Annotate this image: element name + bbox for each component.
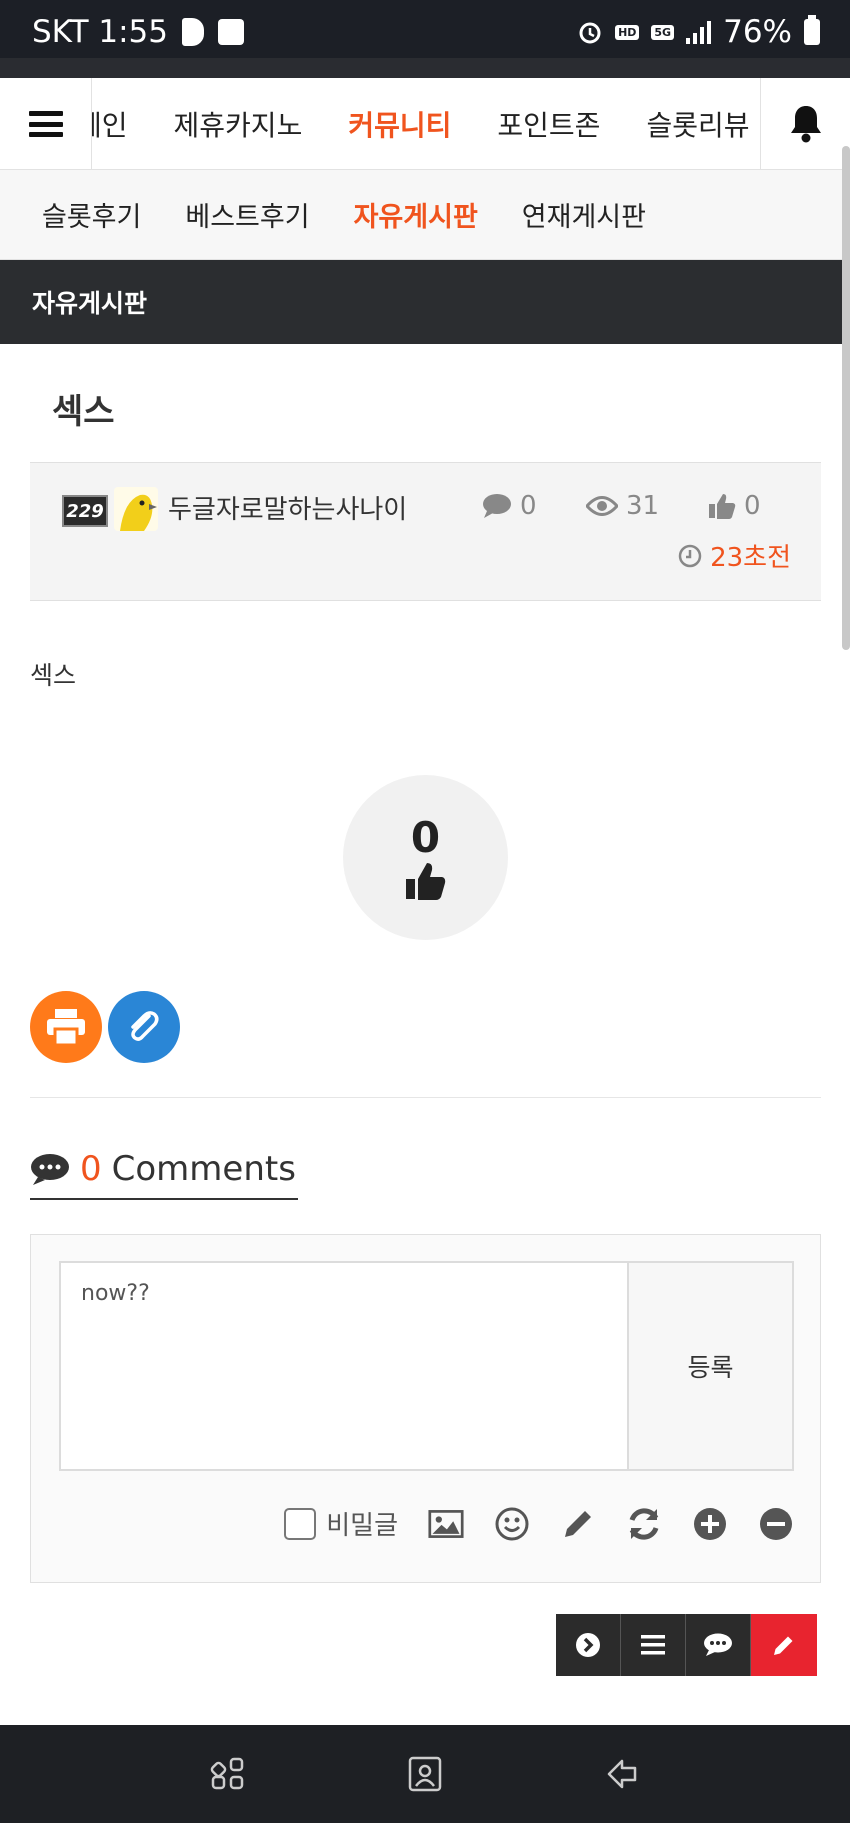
view-stat: 31	[586, 491, 659, 521]
home-icon	[408, 1756, 442, 1792]
comments-heading: 0 Comments	[30, 1140, 298, 1200]
sub-item-serial-board[interactable]: 연재게시판	[522, 195, 646, 234]
sub-nav: 슬롯후기 베스트후기 자유게시판 연재게시판	[0, 170, 850, 260]
write-icon	[774, 1636, 793, 1655]
nav-item-community[interactable]: 커뮤니티	[348, 104, 451, 144]
app-b-icon	[182, 18, 205, 46]
post-body: 섹스	[30, 661, 77, 690]
submit-comment-button[interactable]: 등록	[628, 1261, 794, 1471]
paperclip-icon	[131, 1011, 159, 1041]
carrier-time: SKT 1:55	[32, 14, 169, 50]
comment-count: 0	[520, 491, 537, 521]
back-icon	[607, 1759, 636, 1789]
eye-icon	[586, 496, 618, 516]
comment-input[interactable]: now??	[59, 1261, 629, 1471]
avatar	[114, 487, 158, 531]
plus-circle-icon[interactable]	[692, 1506, 728, 1542]
image-icon[interactable]	[428, 1506, 464, 1542]
battery-percent: 76%	[723, 14, 792, 50]
board-title: 자유게시판	[0, 260, 850, 344]
like-stat: 0	[708, 491, 761, 521]
recent-apps-button[interactable]	[198, 1744, 258, 1804]
system-nav-bar	[0, 1725, 850, 1823]
hd-voice-icon: HD	[615, 24, 640, 40]
top-nav-scroll[interactable]: 메인 제휴카지노 커뮤니티 포인트존 슬롯리뷰	[92, 78, 760, 170]
top-nav: 메인 제휴카지노 커뮤니티 포인트존 슬롯리뷰	[0, 78, 850, 170]
secret-label: 비밀글	[326, 1511, 398, 1541]
comment-stat: 0	[482, 491, 537, 521]
copy-link-button[interactable]	[108, 991, 180, 1063]
level-badge: 229	[62, 495, 108, 527]
notification-button[interactable]	[760, 78, 850, 170]
scrollbar[interactable]	[842, 146, 850, 650]
nav-item-casino[interactable]: 제휴카지노	[174, 104, 303, 144]
back-button[interactable]	[592, 1744, 652, 1804]
post-time: 23초전	[678, 537, 791, 574]
list-icon	[641, 1635, 665, 1655]
bell-icon	[790, 106, 821, 143]
refresh-icon[interactable]	[626, 1506, 662, 1542]
comment-icon	[483, 494, 511, 518]
nav-item-points[interactable]: 포인트존	[497, 104, 600, 144]
next-icon	[576, 1633, 600, 1657]
sub-item-slot-reviews[interactable]: 슬롯후기	[42, 195, 141, 234]
nav-item-slot-review[interactable]: 슬롯리뷰	[646, 104, 749, 144]
pencil-icon[interactable]	[560, 1506, 596, 1542]
comments-icon	[31, 1154, 69, 1185]
emoji-icon[interactable]	[494, 1506, 530, 1542]
comments-label: Comments	[111, 1149, 296, 1189]
comment-button[interactable]	[686, 1614, 751, 1676]
like-count: 0	[410, 812, 441, 862]
menu-button[interactable]	[0, 78, 92, 170]
header-strip	[0, 58, 850, 78]
clock-icon	[678, 544, 702, 567]
print-button[interactable]	[30, 991, 102, 1063]
post-meta: 229 두글자로말하는사나이 0 31 0 23초전	[30, 462, 821, 601]
post-title: 섹스	[52, 392, 115, 432]
comment-icon	[704, 1633, 732, 1656]
secret-option[interactable]: 비밀글	[284, 1505, 398, 1542]
secret-checkbox[interactable]	[284, 1507, 317, 1540]
list-button[interactable]	[621, 1614, 686, 1676]
time-text: 23초전	[710, 543, 791, 573]
comment-toolbar: 비밀글	[284, 1505, 794, 1542]
sub-item-best-reviews[interactable]: 베스트후기	[185, 195, 309, 234]
divider	[30, 1097, 821, 1098]
network-5g-icon: 5G	[651, 24, 675, 40]
nav-item-main[interactable]: 메인	[92, 104, 128, 144]
post-actions	[556, 1614, 817, 1676]
comment-form: now?? 등록 비밀글	[30, 1234, 821, 1583]
comments-count: 0	[80, 1149, 102, 1189]
sub-item-free-board[interactable]: 자유게시판	[354, 195, 478, 234]
hamburger-icon	[28, 111, 63, 137]
alarm-icon	[579, 22, 601, 44]
signal-icon	[686, 20, 712, 44]
minus-circle-icon[interactable]	[758, 1506, 794, 1542]
next-post-button[interactable]	[556, 1614, 621, 1676]
home-button[interactable]	[395, 1744, 455, 1804]
printer-icon	[47, 1009, 85, 1045]
battery-icon	[804, 15, 820, 45]
gallery-icon	[218, 19, 245, 45]
like-count-meta: 0	[744, 491, 761, 521]
thumbs-up-icon	[405, 862, 445, 900]
author-name[interactable]: 두글자로말하는사나이	[168, 489, 407, 526]
recent-apps-icon	[211, 1757, 244, 1790]
thumbs-up-icon	[709, 494, 736, 519]
view-count: 31	[626, 491, 660, 521]
like-button[interactable]: 0	[343, 775, 508, 940]
write-button[interactable]	[751, 1614, 817, 1676]
